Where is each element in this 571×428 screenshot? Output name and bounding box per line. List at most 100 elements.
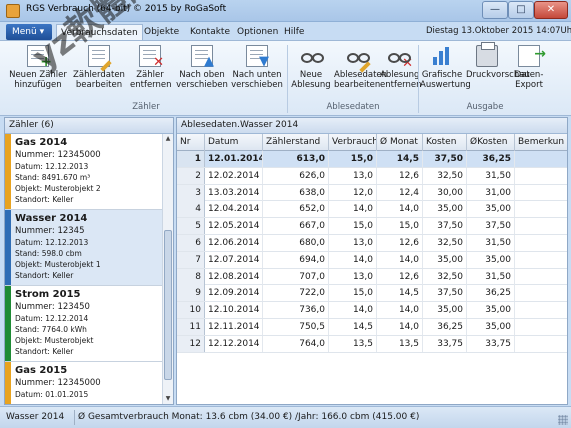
counter-card-gas-2014[interactable]: Gas 2014 Nummer: 12345000 Datum: 12.12.2… <box>5 134 163 210</box>
cell-datum: 12.10.2014 <box>205 302 263 319</box>
counter-scrollbar[interactable]: ▲ ▼ <box>162 134 173 404</box>
table-row[interactable]: 3 13.03.2014 638,0 12,0 12,4 30,00 31,00 <box>177 184 567 202</box>
cell-monat: 14,0 <box>377 201 423 218</box>
counter-color-stripe <box>5 362 11 404</box>
move-up-button[interactable]: ▲ Nach oben verschieben <box>176 45 228 101</box>
cell-avg-kosten: 31,50 <box>467 234 515 251</box>
counter-reading: Stand: 7764.0 kWh <box>15 325 87 334</box>
tab-optionen[interactable]: Optionen <box>233 24 282 41</box>
table-row[interactable]: 12 12.12.2014 764,0 13,5 13,5 33,75 33,75 <box>177 335 567 353</box>
table-row[interactable]: 6 12.06.2014 680,0 13,0 12,6 32,50 31,50 <box>177 234 567 252</box>
cell-nr: 9 <box>177 285 205 302</box>
table-row[interactable]: 7 12.07.2014 694,0 14,0 14,0 35,00 35,00 <box>177 251 567 269</box>
edit-counter-icon <box>88 45 112 72</box>
cell-avg-kosten: 36,25 <box>467 151 515 167</box>
print-preview-button[interactable]: Druckvorschau <box>466 42 530 101</box>
table-row[interactable]: 11 12.11.2014 750,5 14,5 14,0 36,25 35,00 <box>177 318 567 336</box>
counter-location: Standort: Keller <box>15 195 74 204</box>
cell-avg-kosten: 35,00 <box>467 302 515 319</box>
tab-hilfe[interactable]: Hilfe <box>280 24 308 41</box>
minimize-button[interactable]: — <box>482 1 508 19</box>
cell-nr: 5 <box>177 218 205 235</box>
cell-bemerkung <box>515 218 567 234</box>
maximize-button[interactable]: □ <box>508 1 534 19</box>
column-header-verbrauch[interactable]: Verbrauch <box>329 134 377 151</box>
close-button[interactable]: ✕ <box>534 1 568 19</box>
cell-kosten: 37,50 <box>423 151 467 167</box>
column-header-zaehlerstand[interactable]: Zählerstand <box>263 134 329 151</box>
edit-reading-button[interactable]: Ablesedaten bearbeiten <box>334 45 387 101</box>
cell-monat: 12,6 <box>377 167 423 184</box>
status-summary: Ø Gesamtverbrauch Monat: 13.6 cbm (34.00… <box>78 412 420 422</box>
remove-reading-button[interactable]: ✕ Ablesung entfernen <box>380 45 422 101</box>
cell-nr: 8 <box>177 268 205 285</box>
cell-bemerkung <box>515 151 567 167</box>
export-button[interactable]: Daten-Export <box>510 45 548 101</box>
menu-button[interactable]: Menü ▾ <box>6 24 52 40</box>
counter-number: Nummer: 12345 <box>15 226 85 236</box>
scrollbar-thumb[interactable] <box>164 230 172 380</box>
cell-datum: 12.02.2014 <box>205 167 263 184</box>
cell-kosten: 35,00 <box>423 302 467 319</box>
counter-card-gas-2015[interactable]: Gas 2015 Nummer: 12345000 Datum: 01.01.2… <box>5 362 163 404</box>
status-current-counter: Wasser 2014 <box>6 412 65 422</box>
chart-button[interactable]: Grafische Auswertung <box>420 45 471 101</box>
counter-date: Datum: 12.12.2013 <box>15 238 89 247</box>
tab-verbrauchsdaten[interactable]: Verbrauchsdaten <box>56 24 143 41</box>
cell-nr: 12 <box>177 335 205 352</box>
title-bar: RGS Verbrauch (64-bit) © 2015 by RoGaSof… <box>0 0 571 22</box>
cell-datum: 12.08.2014 <box>205 268 263 285</box>
counter-card-wasser-2014[interactable]: Wasser 2014 Nummer: 12345 Datum: 12.12.2… <box>5 210 163 286</box>
cell-verbrauch: 15,0 <box>329 285 377 302</box>
edit-reading-icon <box>346 45 371 73</box>
column-header-kosten[interactable]: Kosten <box>423 134 467 151</box>
table-row[interactable]: 1 12.01.2014 613,0 15,0 14,5 37,50 36,25 <box>177 151 567 168</box>
add-counter-button[interactable]: + Neuen Zähler hinzufügen <box>8 45 68 101</box>
edit-counter-button[interactable]: Zählerdaten bearbeiten <box>72 45 126 101</box>
table-row[interactable]: 9 12.09.2014 722,0 15,0 14,5 37,50 36,25 <box>177 285 567 303</box>
tab-objekte[interactable]: Objekte <box>140 24 183 41</box>
printer-icon <box>476 42 498 67</box>
column-header-datum[interactable]: Datum <box>205 134 263 151</box>
cell-nr: 3 <box>177 184 205 201</box>
resize-grip-icon[interactable] <box>558 415 568 425</box>
cell-zaehlerstand: 736,0 <box>263 302 329 319</box>
add-counter-icon: + <box>27 45 52 69</box>
cell-avg-kosten: 33,75 <box>467 335 515 352</box>
column-header-nr[interactable]: Nr <box>177 134 205 151</box>
table-row[interactable]: 8 12.08.2014 707,0 13,0 12,6 32,50 31,50 <box>177 268 567 286</box>
ribbon: + Neuen Zähler hinzufügen Zählerdaten be… <box>0 40 571 116</box>
app-icon <box>6 4 20 18</box>
column-header-avg-kosten[interactable]: ØKosten <box>467 134 515 151</box>
cell-kosten: 32,50 <box>423 234 467 251</box>
new-reading-button[interactable]: Neue Ablesung <box>290 45 332 101</box>
export-icon <box>518 45 546 67</box>
table-row[interactable]: 5 12.05.2014 667,0 15,0 15,0 37,50 37,50 <box>177 218 567 235</box>
column-header-monat[interactable]: Ø Monat <box>377 134 423 151</box>
cell-bemerkung <box>515 201 567 217</box>
column-header-bemerkung[interactable]: Bemerkun <box>515 134 567 151</box>
counter-object: Objekt: Musterobjekt <box>15 336 94 345</box>
table-header: Nr Datum Zählerstand Verbrauch Ø Monat K… <box>177 134 567 151</box>
cell-avg-kosten: 35,00 <box>467 201 515 218</box>
scroll-up-icon[interactable]: ▲ <box>163 134 173 144</box>
scroll-down-icon[interactable]: ▼ <box>163 394 173 404</box>
cell-monat: 12,4 <box>377 184 423 201</box>
remove-counter-button[interactable]: ✕ Zähler entfernen <box>130 45 172 101</box>
table-row[interactable]: 2 12.02.2014 626,0 13,0 12,6 32,50 31,50 <box>177 167 567 185</box>
move-down-button[interactable]: ▼ Nach unten verschieben <box>230 45 284 101</box>
cell-datum: 12.11.2014 <box>205 318 263 335</box>
counter-card-strom-2015[interactable]: Strom 2015 Nummer: 123450 Datum: 12.12.2… <box>5 286 163 362</box>
cell-bemerkung <box>515 252 567 268</box>
cell-nr: 2 <box>177 167 205 184</box>
cell-verbrauch: 13,5 <box>329 335 377 352</box>
counter-color-stripe <box>5 134 11 209</box>
cell-bemerkung <box>515 302 567 318</box>
counter-location: Standort: Keller <box>15 271 74 280</box>
cell-datum: 13.03.2014 <box>205 184 263 201</box>
table-row[interactable]: 4 12.04.2014 652,0 14,0 14,0 35,00 35,00 <box>177 201 567 219</box>
cell-monat: 15,0 <box>377 218 423 235</box>
tab-kontakte[interactable]: Kontakte <box>186 24 234 41</box>
cell-nr: 7 <box>177 251 205 268</box>
table-row[interactable]: 10 12.10.2014 736,0 14,0 14,0 35,00 35,00 <box>177 302 567 319</box>
